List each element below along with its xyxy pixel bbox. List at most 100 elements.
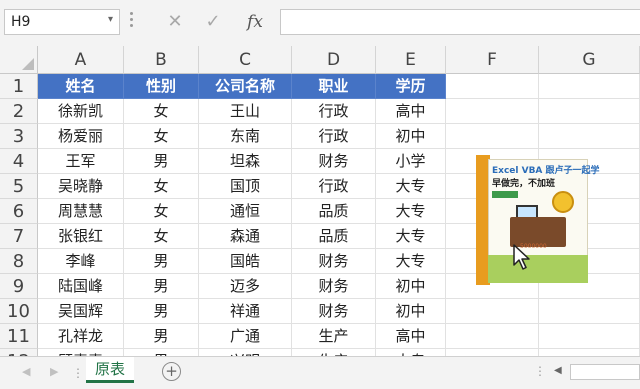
table-cell[interactable]: 广通 <box>199 324 292 349</box>
name-box[interactable]: H9 ▾ <box>4 9 120 35</box>
empty-cell[interactable] <box>539 349 640 356</box>
table-cell[interactable]: 国顶 <box>199 174 292 199</box>
table-cell[interactable]: 初中 <box>376 124 446 149</box>
table-cell[interactable]: 大专 <box>376 199 446 224</box>
row-header[interactable]: 1 <box>0 74 38 99</box>
table-cell[interactable]: 王山 <box>199 99 292 124</box>
split-handle-icon[interactable]: ⋮ <box>534 364 546 378</box>
column-header[interactable]: A <box>38 46 124 74</box>
table-cell[interactable]: 孔祥龙 <box>38 324 124 349</box>
table-cell[interactable]: 周慧慧 <box>38 199 124 224</box>
empty-cell[interactable] <box>446 124 539 149</box>
table-cell[interactable]: 大专 <box>376 349 446 356</box>
insert-function-icon[interactable]: fx <box>240 8 270 36</box>
table-cell[interactable]: 徐新凯 <box>38 99 124 124</box>
table-cell[interactable]: 迈多 <box>199 274 292 299</box>
table-cell[interactable]: 男 <box>124 149 199 174</box>
table-cell[interactable]: 女 <box>124 99 199 124</box>
horizontal-scrollbar[interactable]: ◀ <box>550 362 640 382</box>
row-header[interactable]: 6 <box>0 199 38 224</box>
table-cell[interactable]: 行政 <box>292 99 376 124</box>
table-cell[interactable]: 财务 <box>292 274 376 299</box>
table-cell[interactable]: 坦森 <box>199 149 292 174</box>
table-header-cell[interactable]: 性别 <box>124 74 199 99</box>
table-cell[interactable]: 陆国峰 <box>38 274 124 299</box>
table-cell[interactable]: 大专 <box>376 249 446 274</box>
table-cell[interactable]: 财务 <box>292 149 376 174</box>
row-header[interactable]: 9 <box>0 274 38 299</box>
table-cell[interactable]: 东南 <box>199 124 292 149</box>
table-header-cell[interactable]: 职业 <box>292 74 376 99</box>
table-cell[interactable]: 生产 <box>292 349 376 356</box>
next-sheet-icon[interactable]: ▶ <box>50 365 58 378</box>
table-cell[interactable]: 生产 <box>292 324 376 349</box>
row-header[interactable]: 10 <box>0 299 38 324</box>
row-header[interactable]: 3 <box>0 124 38 149</box>
table-cell[interactable]: 高中 <box>376 324 446 349</box>
prev-sheet-icon[interactable]: ◀ <box>22 365 30 378</box>
table-cell[interactable]: 品质 <box>292 199 376 224</box>
enter-icon[interactable]: ✓ <box>198 8 228 36</box>
empty-cell[interactable] <box>539 324 640 349</box>
table-cell[interactable]: 男 <box>124 349 199 356</box>
table-cell[interactable]: 男 <box>124 299 199 324</box>
row-header[interactable]: 4 <box>0 149 38 174</box>
table-cell[interactable]: 小学 <box>376 149 446 174</box>
empty-cell[interactable] <box>446 349 539 356</box>
select-all-button[interactable] <box>0 46 38 74</box>
column-header[interactable]: F <box>446 46 539 74</box>
chevron-down-icon[interactable]: ▾ <box>108 14 113 25</box>
empty-cell[interactable] <box>446 74 539 99</box>
empty-cell[interactable] <box>446 99 539 124</box>
table-cell[interactable]: 初中 <box>376 299 446 324</box>
table-cell[interactable]: 顾素素 <box>38 349 124 356</box>
add-sheet-icon[interactable]: + <box>162 362 181 381</box>
formula-input[interactable] <box>280 9 640 35</box>
scrollbar-track[interactable] <box>570 364 640 380</box>
table-cell[interactable]: 男 <box>124 274 199 299</box>
empty-cell[interactable] <box>539 299 640 324</box>
column-header[interactable]: C <box>199 46 292 74</box>
table-cell[interactable]: 森通 <box>199 224 292 249</box>
empty-cell[interactable] <box>539 74 640 99</box>
column-header[interactable]: D <box>292 46 376 74</box>
table-cell[interactable]: 吴晓静 <box>38 174 124 199</box>
table-cell[interactable]: 财务 <box>292 299 376 324</box>
row-header[interactable]: 11 <box>0 324 38 349</box>
table-cell[interactable]: 男 <box>124 324 199 349</box>
table-cell[interactable]: 财务 <box>292 249 376 274</box>
table-cell[interactable]: 行政 <box>292 124 376 149</box>
table-cell[interactable]: 女 <box>124 199 199 224</box>
table-cell[interactable]: 初中 <box>376 274 446 299</box>
table-cell[interactable]: 高中 <box>376 99 446 124</box>
empty-cell[interactable] <box>446 299 539 324</box>
column-header[interactable]: G <box>539 46 640 74</box>
table-cell[interactable]: 女 <box>124 224 199 249</box>
table-header-cell[interactable]: 学历 <box>376 74 446 99</box>
empty-cell[interactable] <box>446 324 539 349</box>
table-cell[interactable]: 兴明 <box>199 349 292 356</box>
table-header-cell[interactable]: 姓名 <box>38 74 124 99</box>
row-header[interactable]: 8 <box>0 249 38 274</box>
empty-cell[interactable] <box>539 124 640 149</box>
table-cell[interactable]: 女 <box>124 174 199 199</box>
table-cell[interactable]: 杨爱丽 <box>38 124 124 149</box>
table-cell[interactable]: 品质 <box>292 224 376 249</box>
table-cell[interactable]: 男 <box>124 249 199 274</box>
drag-handle-icon[interactable] <box>130 12 134 30</box>
sheet-tab-active[interactable]: 原表 <box>86 357 134 383</box>
scroll-left-icon[interactable]: ◀ <box>554 365 562 376</box>
table-cell[interactable]: 李峰 <box>38 249 124 274</box>
table-cell[interactable]: 吴国辉 <box>38 299 124 324</box>
row-header[interactable]: 2 <box>0 99 38 124</box>
table-cell[interactable]: 女 <box>124 124 199 149</box>
column-header[interactable]: B <box>124 46 199 74</box>
column-header[interactable]: E <box>376 46 446 74</box>
row-header[interactable]: 7 <box>0 224 38 249</box>
row-header[interactable]: 5 <box>0 174 38 199</box>
empty-cell[interactable] <box>539 99 640 124</box>
table-header-cell[interactable]: 公司名称 <box>199 74 292 99</box>
table-cell[interactable]: 张银红 <box>38 224 124 249</box>
table-cell[interactable]: 王军 <box>38 149 124 174</box>
table-cell[interactable]: 通恒 <box>199 199 292 224</box>
